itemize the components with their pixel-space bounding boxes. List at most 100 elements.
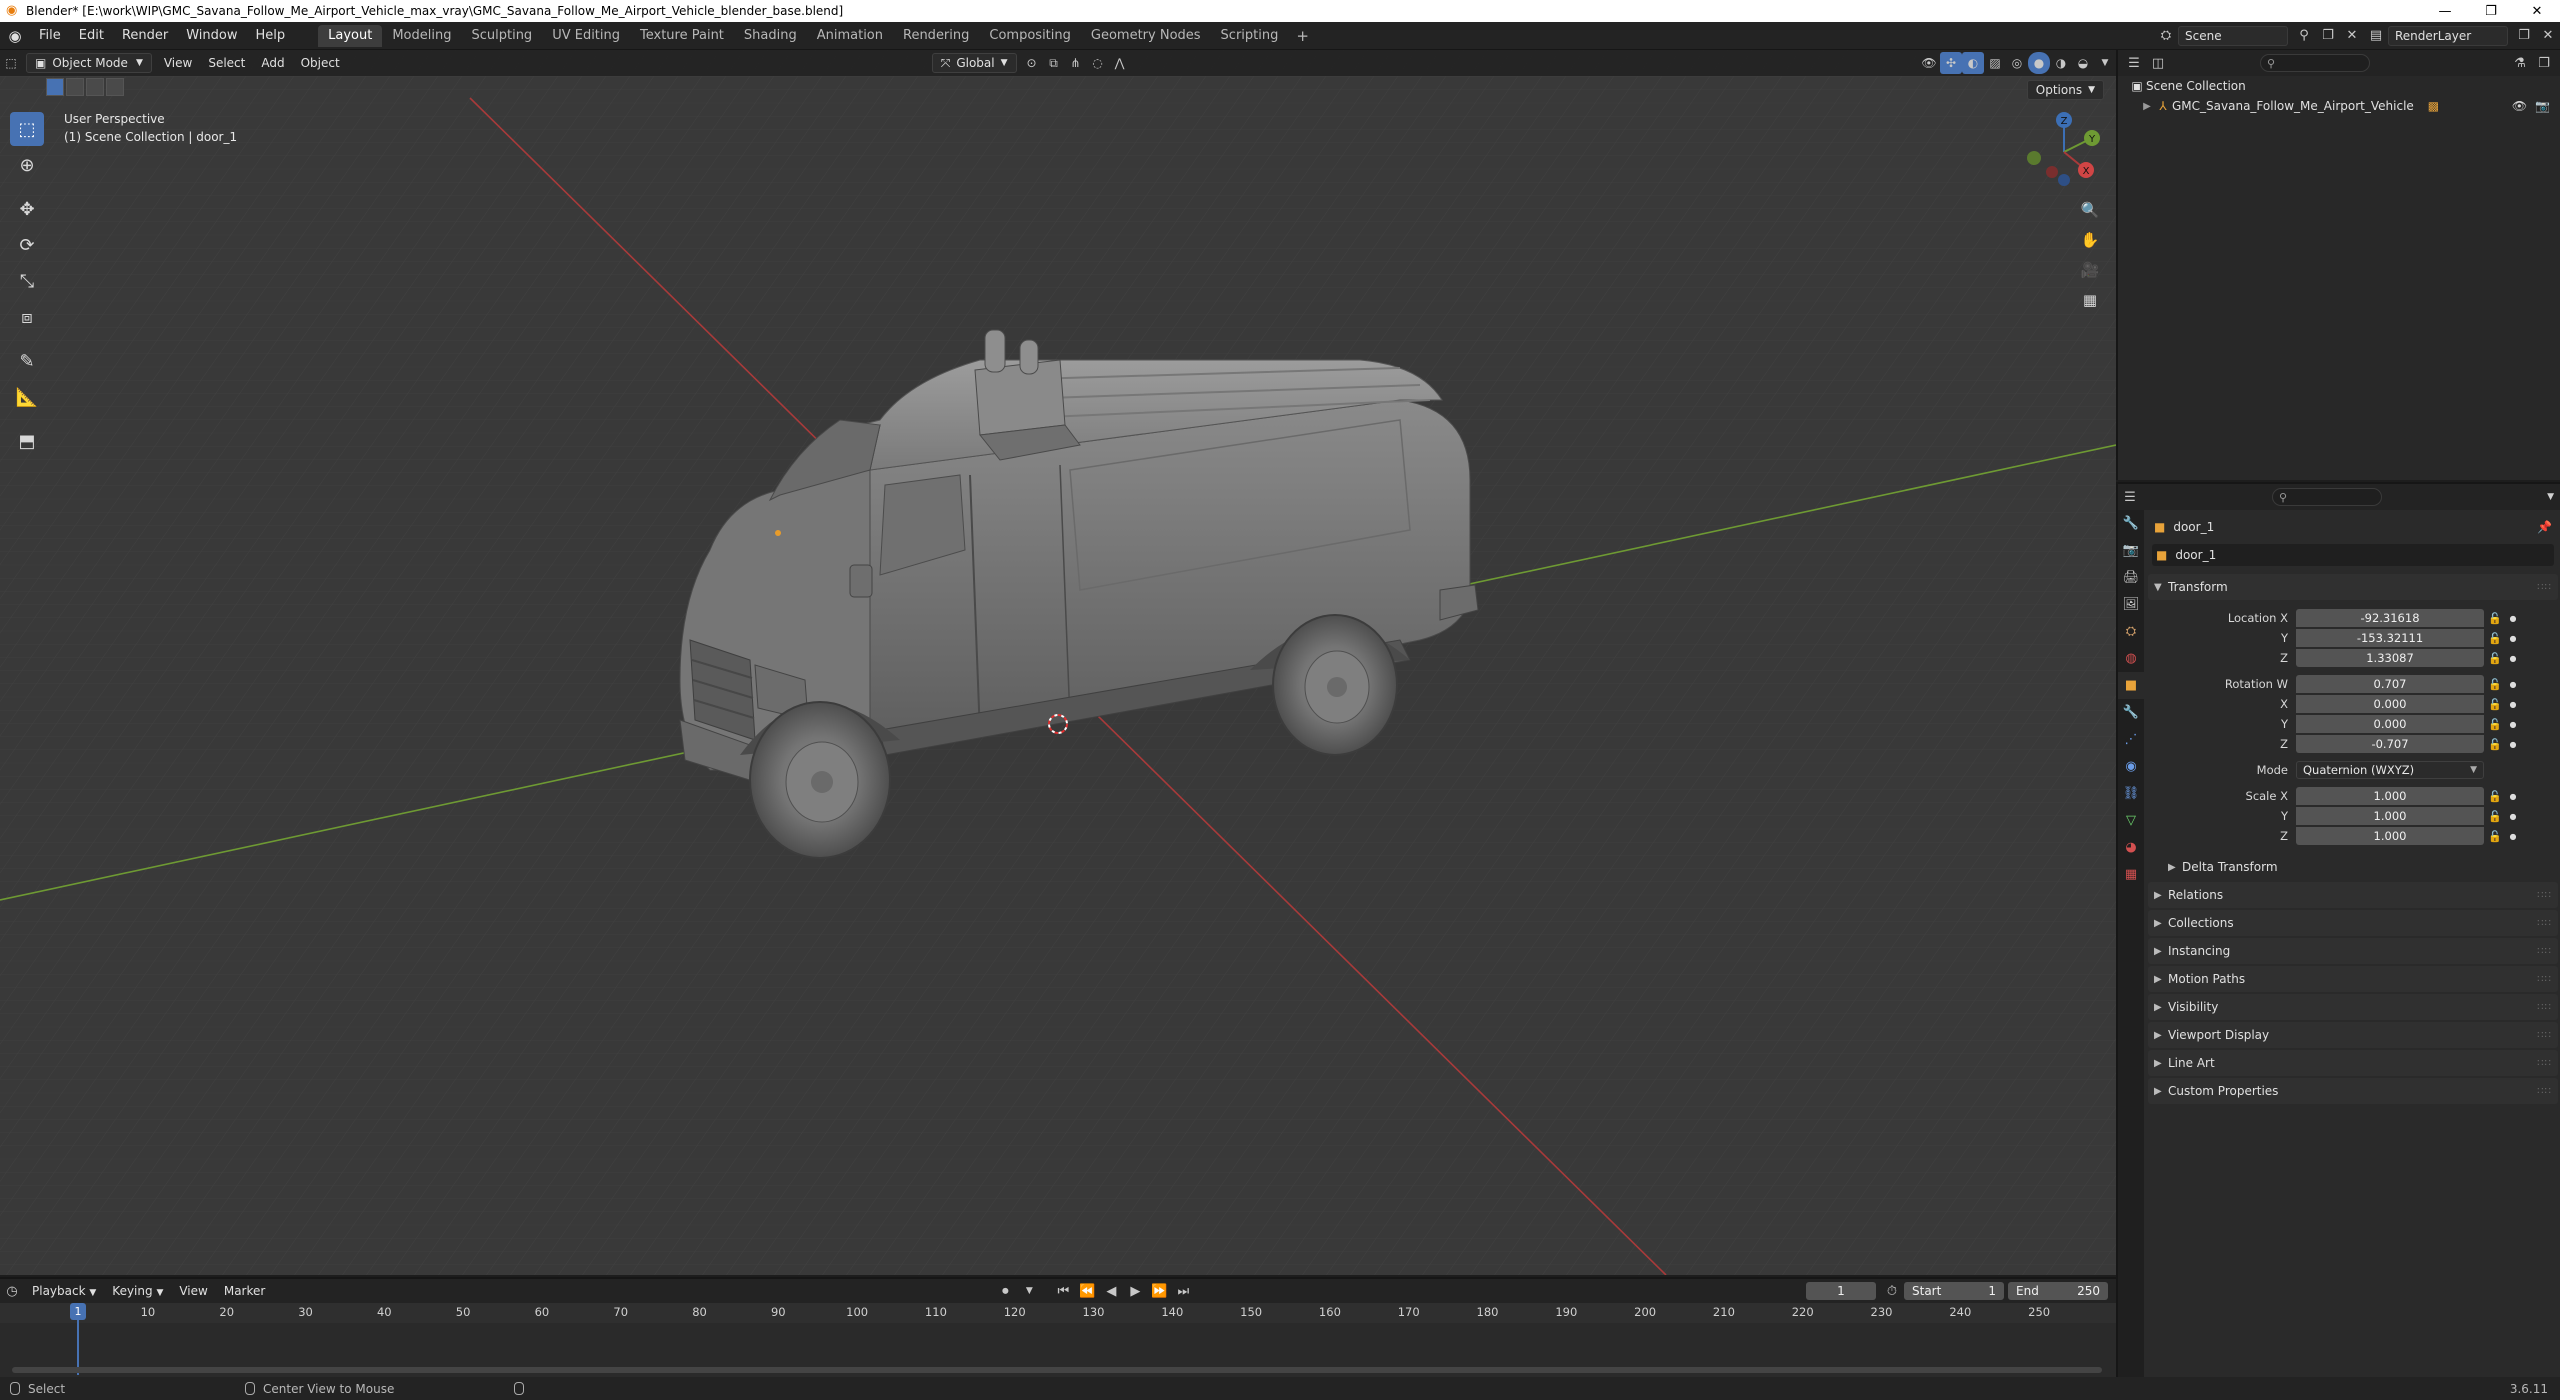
render-tab-icon[interactable]: 📷 (2118, 537, 2144, 564)
transform-orientation-dropdown[interactable]: ⤧ Global ▼ (931, 53, 1017, 73)
rotation-w-field[interactable]: 0.707 (2296, 675, 2484, 693)
record-icon[interactable]: ⏺ (993, 1280, 1017, 1302)
keyframe-dot-icon[interactable]: ● (2506, 832, 2520, 841)
drag-handle-icon[interactable]: ∷∷ (2537, 918, 2552, 929)
new-collection-icon[interactable]: ❐ (2532, 52, 2556, 74)
gizmo-neg-z-axis[interactable] (2058, 174, 2070, 186)
select-box-tool-icon[interactable]: ⬚ (10, 112, 44, 146)
viewport-menu-view[interactable]: View (156, 53, 200, 73)
menu-edit[interactable]: Edit (70, 22, 113, 50)
expand-arrow-icon[interactable]: ▶ (2140, 101, 2154, 112)
lock-icon[interactable]: 🔓 (2484, 738, 2506, 751)
camera-view-icon[interactable]: 🎥 (2076, 256, 2104, 284)
particles-tab-icon[interactable]: ⋰ (2118, 726, 2144, 753)
motion-paths-panel-header[interactable]: ▶ Motion Paths ∷∷ (2148, 966, 2558, 992)
tab-animation[interactable]: Animation (807, 25, 893, 47)
location-x-field[interactable]: -92.31618 (2296, 609, 2484, 627)
outliner-row-scene-collection[interactable]: ▣ Scene Collection (2118, 76, 2560, 96)
output-tab-icon[interactable]: 🖨 (2118, 564, 2144, 591)
keyframe-dot-icon[interactable]: ● (2506, 654, 2520, 663)
snap-icon[interactable]: ⧉ (1043, 52, 1065, 74)
keyframe-dot-icon[interactable]: ● (2506, 680, 2520, 689)
tab-geometry-nodes[interactable]: Geometry Nodes (1081, 25, 1211, 47)
new-layer-icon[interactable]: ❐ (2512, 25, 2536, 47)
lock-icon[interactable]: 🔓 (2484, 790, 2506, 803)
timeline-menu-playback[interactable]: Playback ▼ (24, 1284, 104, 1298)
shading-options-icon[interactable]: ▼ (2094, 52, 2116, 74)
pan-hand-icon[interactable]: ✋ (2076, 226, 2104, 254)
tab-layout[interactable]: Layout (318, 24, 383, 47)
scene-icon[interactable]: ⛭ (2154, 25, 2178, 47)
lock-icon[interactable]: 🔓 (2484, 698, 2506, 711)
annotate-tool-icon[interactable]: ✎ (10, 344, 44, 378)
keyframe-dot-icon[interactable]: ● (2506, 792, 2520, 801)
physics-tab-icon[interactable]: ◉ (2118, 753, 2144, 780)
data-tab-icon[interactable]: ▽ (2118, 807, 2144, 834)
chevron-down-icon[interactable]: ▼ (2547, 492, 2554, 502)
material-shading-icon[interactable]: ◑ (2050, 52, 2072, 74)
keyframe-dot-icon[interactable]: ● (2506, 812, 2520, 821)
minimize-button[interactable]: — (2422, 0, 2468, 22)
blender-logo-icon[interactable]: ◉ (0, 22, 30, 50)
delete-layer-icon[interactable]: ✕ (2536, 25, 2560, 47)
outliner-row-object[interactable]: ▶ ⅄ GMC_Savana_Follow_Me_Airport_Vehicle… (2118, 96, 2560, 116)
jump-end-icon[interactable]: ⏭ (1171, 1280, 1195, 1302)
view-layer-tab-icon[interactable]: 🖼 (2118, 591, 2144, 618)
editor-type-icon[interactable]: ⬚ (0, 52, 22, 74)
maximize-button[interactable]: ❐ (2468, 0, 2514, 22)
drag-handle-icon[interactable]: ∷∷ (2537, 890, 2552, 901)
pin-icon[interactable]: 📌 (2537, 520, 2552, 534)
scene-tab-icon[interactable]: ⛭ (2118, 618, 2144, 645)
constraints-tab-icon[interactable]: ⛓ (2118, 780, 2144, 807)
eye-icon[interactable]: 👁 (2512, 99, 2527, 113)
keyframe-dot-icon[interactable]: ● (2506, 634, 2520, 643)
wireframe-shading-icon[interactable]: ◎ (2006, 52, 2028, 74)
tab-scripting[interactable]: Scripting (1211, 25, 1289, 47)
scale-x-field[interactable]: 1.000 (2296, 787, 2484, 805)
proportional-edit-icon[interactable]: ◌ (1087, 52, 1109, 74)
jump-keyframe-back-icon[interactable]: ⏪ (1075, 1280, 1099, 1302)
close-button[interactable]: ✕ (2514, 0, 2560, 22)
add-cube-tool-icon[interactable]: ⬒ (10, 424, 44, 458)
scale-tool-icon[interactable]: ⤡ (10, 264, 44, 298)
visibility-panel-header[interactable]: ▶ Visibility ∷∷ (2148, 994, 2558, 1020)
jump-start-icon[interactable]: ⏮ (1051, 1280, 1075, 1302)
tab-shading[interactable]: Shading (734, 25, 807, 47)
lock-icon[interactable]: 🔓 (2484, 718, 2506, 731)
drag-handle-icon[interactable]: ∷∷ (2537, 974, 2552, 985)
delete-scene-icon[interactable]: ✕ (2340, 25, 2364, 47)
transform-panel-header[interactable]: ▼ Transform ∷∷ (2148, 574, 2558, 600)
visibility-icon[interactable]: 👁 (1918, 52, 1940, 74)
rendered-shading-icon[interactable]: ◒ (2072, 52, 2094, 74)
snap-target-icon[interactable]: ⋔ (1065, 52, 1087, 74)
material-tab-icon[interactable]: ◕ (2118, 834, 2144, 861)
tab-modeling[interactable]: Modeling (382, 25, 461, 47)
lock-icon[interactable]: 🔓 (2484, 652, 2506, 665)
keyframe-dot-icon[interactable]: ● (2506, 614, 2520, 623)
texture-tab-icon[interactable]: ▦ (2118, 861, 2144, 888)
drag-handle-icon[interactable]: ∷∷ (2537, 1086, 2552, 1097)
rotate-tool-icon[interactable]: ⟳ (10, 228, 44, 262)
timeline-menu-keying[interactable]: Keying ▼ (104, 1284, 171, 1298)
display-mode-icon[interactable]: ◫ (2146, 52, 2170, 74)
viewport-menu-object[interactable]: Object (293, 53, 348, 73)
timeline-editor[interactable]: ◷ Playback ▼ Keying ▼ View Marker ⏺ ▼ ⏮ … (0, 1277, 2116, 1377)
rotation-y-field[interactable]: 0.000 (2296, 715, 2484, 733)
measure-tool-icon[interactable]: 📐 (10, 380, 44, 414)
cursor-tool-icon[interactable]: ⊕ (10, 148, 44, 182)
new-scene-icon[interactable]: ❐ (2316, 25, 2340, 47)
van-model[interactable] (580, 300, 1480, 900)
navigation-gizmo[interactable]: Z Y X (2024, 110, 2104, 190)
timeline-scrollbar[interactable] (12, 1367, 2102, 1373)
tab-compositing[interactable]: Compositing (979, 25, 1081, 47)
gizmo-neg-x-axis[interactable] (2046, 166, 2058, 178)
world-tab-icon[interactable]: ◍ (2118, 645, 2144, 672)
current-frame-field[interactable]: 1 (1806, 1282, 1876, 1300)
drag-handle-icon[interactable]: ∷∷ (2537, 1030, 2552, 1041)
scene-name-field[interactable]: Scene (2178, 25, 2288, 46)
keyframe-dot-icon[interactable]: ● (2506, 740, 2520, 749)
lock-icon[interactable]: 🔓 (2484, 830, 2506, 843)
modifier-tab-icon[interactable]: 🔧 (2118, 699, 2144, 726)
tab-sculpting[interactable]: Sculpting (461, 25, 542, 47)
keying-set-icon[interactable]: ▼ (1017, 1280, 1041, 1302)
